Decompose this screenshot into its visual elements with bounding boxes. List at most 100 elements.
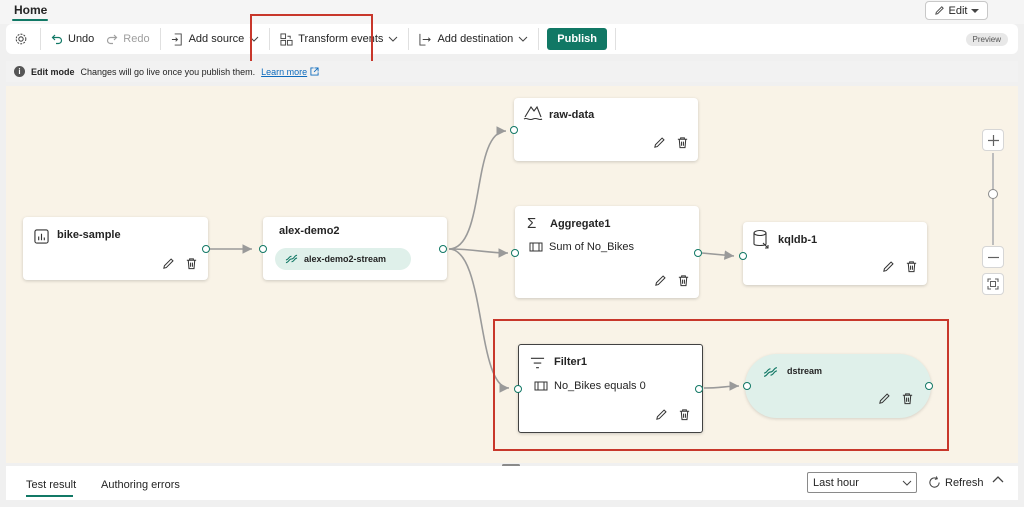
add-destination-label: Add destination: [437, 33, 514, 45]
output-port[interactable]: [202, 245, 210, 253]
undo-label: Undo: [68, 33, 95, 45]
output-port[interactable]: [925, 382, 933, 390]
add-source-button[interactable]: Add source: [165, 27, 266, 51]
add-destination-button[interactable]: Add destination: [413, 27, 534, 51]
node-bike-sample[interactable]: bike-sample: [23, 217, 210, 280]
node-title: alex-demo2: [279, 225, 340, 237]
caret-down-icon: [971, 8, 980, 13]
add-source-label: Add source: [188, 33, 245, 45]
settings-button[interactable]: [6, 27, 36, 51]
node-raw-data[interactable]: raw-data: [510, 98, 698, 161]
edge-alex-to-filter: [448, 248, 510, 393]
bottom-panel: Test result Authoring errors Last hour R…: [6, 466, 1018, 500]
node-detail-text: Sum of No_Bikes: [549, 241, 634, 253]
redo-button[interactable]: Redo: [100, 27, 155, 51]
zoom-in-button[interactable]: [982, 129, 1004, 151]
output-port[interactable]: [694, 249, 702, 257]
zoom-slider-thumb[interactable]: [988, 189, 998, 199]
zoom-out-button[interactable]: [982, 246, 1004, 268]
trash-icon[interactable]: [185, 257, 198, 270]
trash-icon[interactable]: [678, 408, 691, 421]
external-link-icon[interactable]: [310, 67, 319, 76]
flow-canvas[interactable]: bike-sample alex-demo2 alex-demo2-stream…: [6, 86, 1018, 463]
column-icon: [529, 242, 543, 252]
undo-button[interactable]: Undo: [45, 27, 100, 51]
filter-icon: [530, 357, 545, 369]
node-title: raw-data: [549, 109, 595, 121]
publish-button[interactable]: Publish: [547, 28, 608, 50]
edit-mode-banner: i Edit mode Changes will go live once yo…: [6, 61, 1018, 82]
pencil-icon[interactable]: [654, 274, 667, 287]
node-filter1[interactable]: Filter1 No_Bikes equals 0: [514, 344, 703, 433]
stream-icon: [763, 367, 778, 377]
refresh-button[interactable]: Refresh: [928, 476, 984, 489]
fit-view-icon: [987, 278, 999, 290]
node-aggregate1[interactable]: Σ Aggregate1 Sum of No_Bikes: [511, 206, 702, 298]
node-actions: [162, 257, 198, 270]
tab-home-indicator: [12, 19, 48, 21]
node-actions: [655, 408, 691, 421]
stream-pill: alex-demo2-stream: [275, 248, 411, 270]
pencil-icon[interactable]: [655, 408, 668, 421]
edge-aggregate-to-kql: [701, 250, 735, 260]
time-range-value: Last hour: [813, 476, 859, 489]
input-port[interactable]: [514, 385, 522, 393]
tab-authoring-errors[interactable]: Authoring errors: [101, 479, 180, 491]
time-range-select[interactable]: Last hour: [807, 472, 917, 493]
edge-filter-to-dstream: [703, 381, 740, 391]
output-port[interactable]: [695, 385, 703, 393]
trash-icon[interactable]: [901, 392, 914, 405]
zoom-slider-track[interactable]: [992, 153, 994, 245]
redo-label: Redo: [123, 33, 150, 45]
chart-icon: [34, 229, 49, 244]
transform-events-label: Transform events: [298, 33, 384, 45]
stream-name: alex-demo2-stream: [304, 254, 387, 264]
refresh-label: Refresh: [945, 476, 984, 489]
tab-test-result[interactable]: Test result: [26, 479, 76, 491]
input-port[interactable]: [259, 245, 267, 253]
pencil-icon[interactable]: [882, 260, 895, 273]
input-port[interactable]: [511, 249, 519, 257]
chevron-down-icon: [249, 36, 259, 42]
toolbar-divider: [538, 28, 540, 50]
toolbar-divider: [159, 28, 161, 50]
node-actions: [653, 136, 689, 149]
stream-icon: [285, 254, 298, 264]
zoom-out-icon: [987, 256, 999, 258]
node-actions: [878, 392, 914, 405]
trash-icon[interactable]: [677, 274, 690, 287]
input-port[interactable]: [743, 382, 751, 390]
node-title: Filter1: [554, 356, 588, 368]
column-icon: [534, 381, 548, 391]
pencil-icon[interactable]: [162, 257, 175, 270]
info-icon: i: [14, 66, 25, 77]
preview-badge: Preview: [965, 33, 1008, 46]
pencil-icon[interactable]: [878, 392, 891, 405]
node-actions: [654, 274, 690, 287]
edit-mode-button[interactable]: Edit: [925, 1, 988, 20]
lakehouse-icon: [523, 105, 543, 121]
top-tab-bar: Home Edit: [0, 0, 1024, 24]
node-alex-demo2[interactable]: alex-demo2 alex-demo2-stream: [259, 217, 447, 280]
transform-events-button[interactable]: Transform events: [274, 27, 404, 51]
fit-view-button[interactable]: [982, 273, 1004, 295]
trash-icon[interactable]: [905, 260, 918, 273]
input-port[interactable]: [510, 126, 518, 134]
toolbar: Undo Redo Add source Transform events Ad…: [6, 24, 1018, 54]
trash-icon[interactable]: [676, 136, 689, 149]
node-kqldb-1[interactable]: kqldb-1: [739, 222, 927, 285]
chevron-up-icon[interactable]: [992, 475, 1004, 483]
node-dstream[interactable]: dstream: [743, 354, 933, 418]
undo-icon: [51, 34, 63, 45]
edit-mode-message: Changes will go live once you publish th…: [80, 66, 256, 77]
destination-icon: [419, 33, 432, 46]
pencil-icon[interactable]: [653, 136, 666, 149]
input-port[interactable]: [739, 252, 747, 260]
learn-more-link[interactable]: Learn more: [261, 67, 307, 77]
output-port[interactable]: [439, 245, 447, 253]
redo-icon: [107, 34, 118, 45]
chevron-down-icon: [902, 480, 912, 486]
sigma-icon: Σ: [527, 215, 537, 232]
edit-mode-label: Edit: [948, 4, 968, 17]
tab-home[interactable]: Home: [14, 3, 47, 17]
